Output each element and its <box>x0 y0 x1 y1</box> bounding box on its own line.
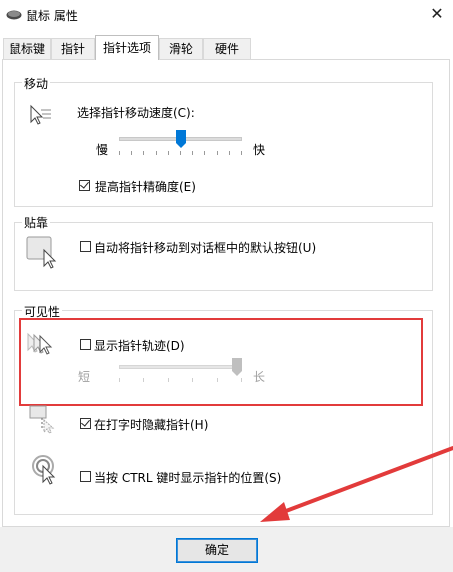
snap-label[interactable]: 自动将指针移动到对话框中的默认按钮(U) <box>94 239 316 256</box>
slider-tick <box>119 151 120 155</box>
ctrl-locate-checkbox[interactable] <box>80 471 91 482</box>
speed-slider-ticks <box>119 151 242 156</box>
tab-wheel[interactable]: 滑轮 <box>159 38 203 59</box>
precision-label[interactable]: 提高指针精确度(E) <box>95 178 196 195</box>
trails-highlight-box <box>19 318 423 406</box>
tab-label: 指针选项 <box>102 41 151 55</box>
ok-button[interactable]: 确定 <box>176 538 258 563</box>
motion-group <box>14 82 433 207</box>
tab-label: 指针 <box>60 42 85 56</box>
close-icon: ✕ <box>430 4 444 23</box>
slider-tick <box>156 151 157 155</box>
precision-checkbox[interactable] <box>79 180 90 191</box>
mouse-icon <box>6 10 22 20</box>
tab-buttons[interactable]: 鼠标键 <box>3 38 51 59</box>
speed-slider-thumb[interactable] <box>176 130 186 148</box>
tab-pointers[interactable]: 指针 <box>51 38 95 59</box>
snap-to-default-icon <box>26 236 57 269</box>
snap-group-title: 贴靠 <box>22 214 51 231</box>
hide-while-typing-icon <box>29 405 55 434</box>
tab-label: 硬件 <box>214 42 239 56</box>
tab-label: 滑轮 <box>168 42 193 56</box>
slider-tick <box>180 151 181 155</box>
tab-label: 鼠标键 <box>8 42 45 56</box>
hide-while-typing-label[interactable]: 在打字时隐藏指针(H) <box>94 416 208 433</box>
slider-tick <box>168 151 169 155</box>
slider-tick <box>143 151 144 155</box>
slow-label: 慢 <box>96 143 109 157</box>
snap-group <box>14 222 433 291</box>
ok-button-label: 确定 <box>204 543 229 557</box>
tab-hardware[interactable]: 硬件 <box>203 38 251 59</box>
speed-label: 选择指针移动速度(C): <box>77 106 195 120</box>
slider-tick <box>229 151 230 155</box>
pointer-speed-icon <box>30 104 51 125</box>
snap-checkbox[interactable] <box>80 241 91 252</box>
tab-pointer-options[interactable]: 指针选项 <box>95 35 159 60</box>
red-arrow-annotation <box>260 446 453 522</box>
slider-tick <box>217 151 218 155</box>
ctrl-locate-icon <box>32 455 56 485</box>
slider-tick <box>241 151 242 155</box>
slider-tick <box>192 151 193 155</box>
motion-group-title: 移动 <box>22 75 51 92</box>
window-title: 鼠标 属性 <box>26 9 78 23</box>
fast-label: 快 <box>253 143 266 157</box>
slider-tick <box>204 151 205 155</box>
hide-while-typing-checkbox[interactable] <box>80 418 91 429</box>
close-button[interactable]: ✕ <box>424 2 450 26</box>
title-bar: 鼠标 属性 ✕ <box>0 0 453 30</box>
precision-checkbox-wrap[interactable] <box>78 179 92 193</box>
slider-tick <box>131 151 132 155</box>
